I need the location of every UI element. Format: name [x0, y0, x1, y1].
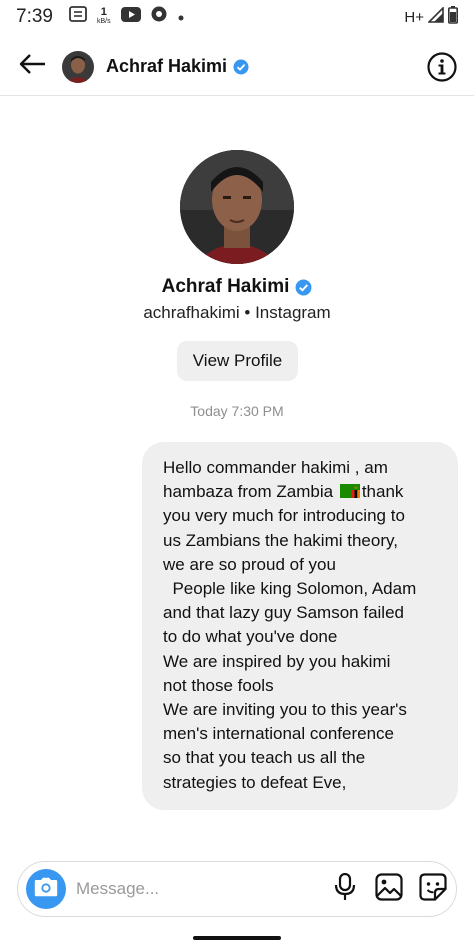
message-line: you very much for introducing to: [163, 506, 405, 526]
sticker-button[interactable]: [418, 872, 448, 906]
avatar[interactable]: [62, 50, 94, 83]
network-speed: 1 kB/s: [96, 6, 111, 26]
message-composer: [17, 861, 457, 917]
message-line: hambaza from Zambia thank: [163, 480, 444, 504]
dm-screen: 7:39 1 kB/s H+ Achraf Hakimi Achraf Haki…: [0, 0, 474, 948]
status-right: H+: [404, 6, 458, 28]
verified-badge-icon: [233, 59, 249, 75]
profile-handle: achrafhakimi • Instagram: [143, 303, 331, 322]
back-button[interactable]: [16, 51, 48, 83]
sticker-icon: [419, 872, 447, 906]
message-line: Hello commander hakimi , am: [163, 458, 388, 477]
verified-badge-icon: [295, 279, 312, 296]
dot-icon: [177, 6, 185, 28]
message-bubble[interactable]: Hello commander hakimi , am hambaza from…: [142, 442, 458, 810]
gallery-button[interactable]: [374, 872, 404, 906]
info-button[interactable]: [426, 51, 458, 83]
status-notifications: 1 kB/s: [69, 6, 185, 28]
status-time: 7:39: [16, 6, 53, 27]
message-line-part: thank: [361, 482, 404, 502]
arrow-left-icon: [18, 53, 46, 80]
microphone-button[interactable]: [330, 872, 360, 906]
message-line: so that you teach us all the: [163, 748, 366, 768]
profile-photo[interactable]: [180, 150, 294, 264]
network-type: H+: [404, 8, 424, 26]
message-line: strategies to defeat Eve,: [163, 772, 347, 792]
message-line: not those fools: [163, 675, 274, 695]
speed-value: 1: [100, 6, 107, 18]
camera-button[interactable]: [26, 869, 66, 909]
profile-name: Achraf Hakimi: [161, 276, 290, 297]
profile-name-row: Achraf Hakimi: [0, 276, 474, 298]
gallery-icon: [375, 872, 403, 906]
message-line: People like king Solomon, Adam: [163, 579, 417, 599]
contact-name[interactable]: Achraf Hakimi: [106, 56, 227, 77]
message-line-part: hambaza from Zambia: [163, 482, 334, 502]
chat-header: Achraf Hakimi: [0, 38, 474, 96]
signal-icon: [427, 6, 444, 27]
battery-icon: [448, 6, 458, 28]
message-line: We are inviting you to this year's: [163, 700, 407, 720]
zambia-flag-icon: [339, 481, 360, 499]
youtube-icon: [120, 6, 141, 28]
message-line: We are inspired by you hakimi: [163, 651, 391, 671]
speed-unit: kB/s: [96, 18, 111, 25]
notification-icon: [69, 6, 87, 28]
message-timestamp: Today 7:30 PM: [190, 403, 284, 419]
status-bar: 7:39 1 kB/s H+: [0, 0, 474, 34]
message-line: men's international conference: [163, 724, 394, 744]
message-line: and that lazy guy Samson failed: [163, 603, 404, 623]
message-line: we are so proud of you: [163, 554, 336, 574]
camera-icon: [34, 877, 58, 902]
view-profile-button[interactable]: View Profile: [177, 341, 298, 381]
home-indicator[interactable]: [193, 936, 281, 940]
microphone-icon: [334, 872, 356, 906]
info-icon: [426, 51, 458, 87]
app-icon: [151, 6, 167, 28]
message-line: us Zambians the hakimi theory,: [163, 530, 398, 550]
message-line: to do what you've done: [163, 627, 338, 647]
message-input[interactable]: [76, 874, 316, 904]
